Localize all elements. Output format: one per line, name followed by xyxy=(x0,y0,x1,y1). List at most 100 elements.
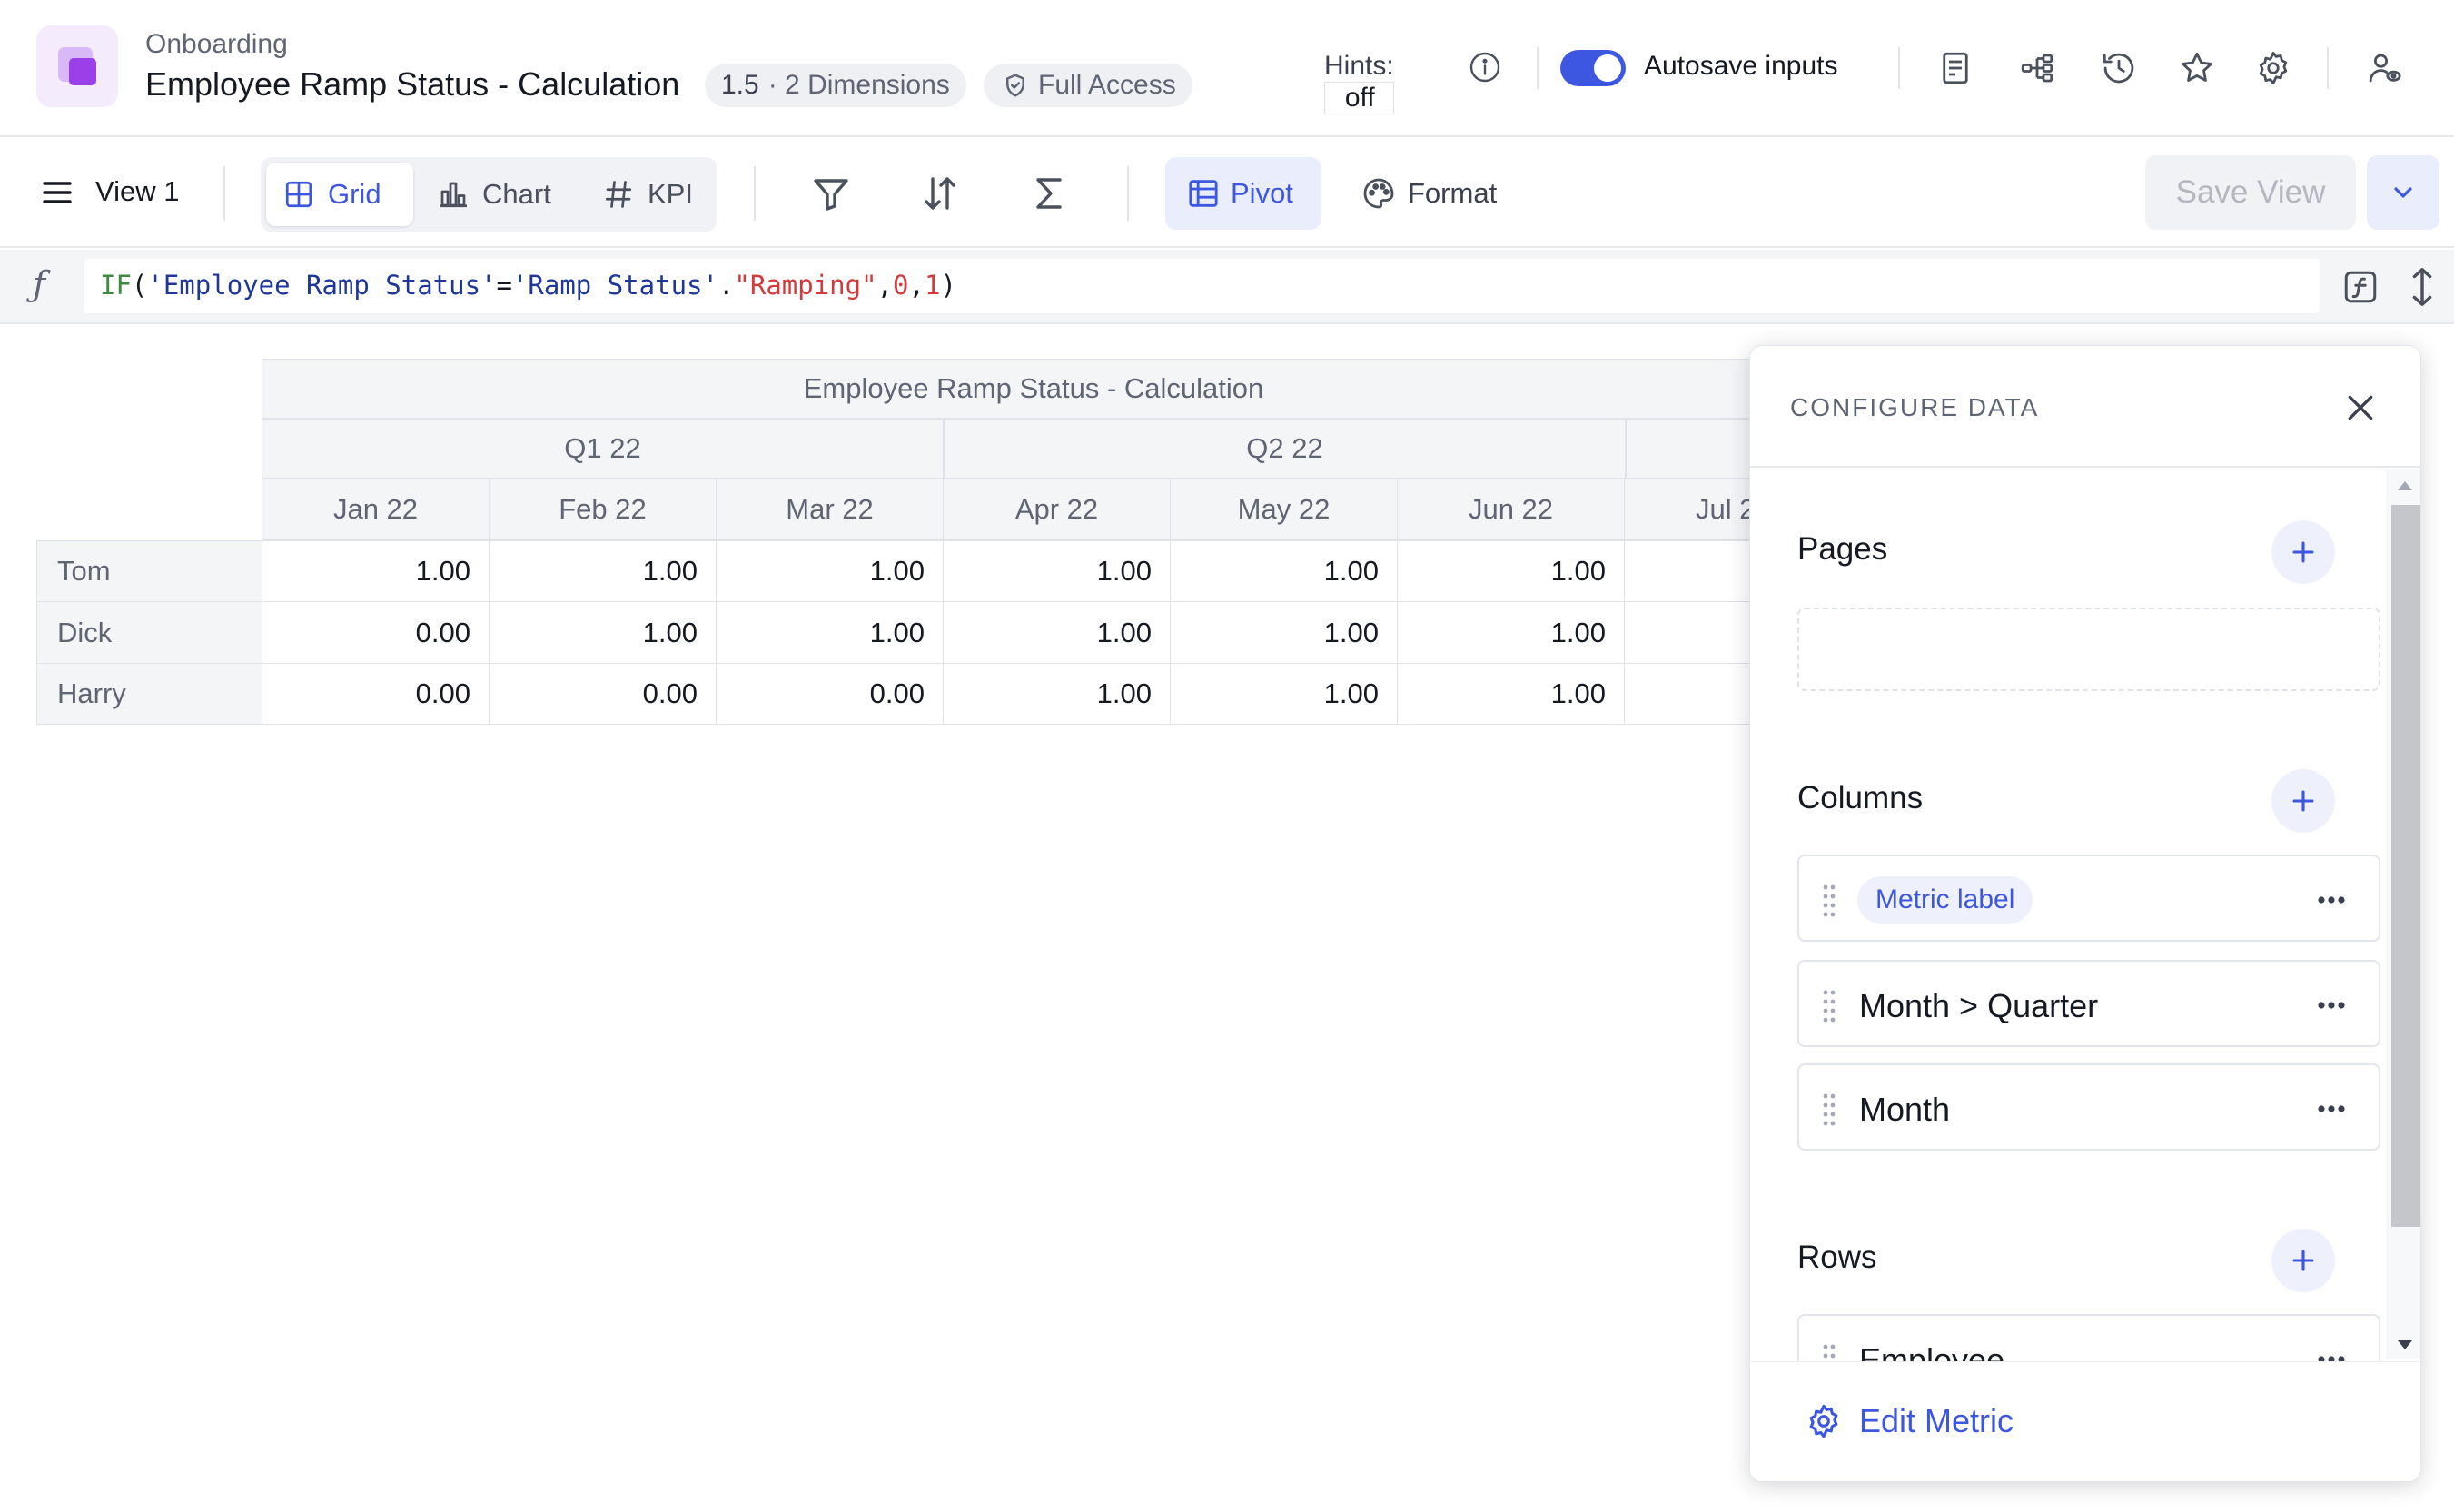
pivot-button[interactable]: Pivot xyxy=(1165,157,1321,230)
plus-icon xyxy=(2292,541,2314,563)
month-header[interactable]: May 22 xyxy=(1170,479,1398,540)
settings-icon[interactable] xyxy=(2254,49,2292,87)
edit-metric-button[interactable]: Edit Metric xyxy=(1805,1402,2014,1440)
grid-cell[interactable]: 1.00 xyxy=(1397,540,1625,602)
column-item-label: Month > Quarter xyxy=(1859,987,2099,1024)
grid-cell[interactable]: 1.00 xyxy=(1397,663,1625,725)
formula-input[interactable]: IF('Employee Ramp Status'='Ramp Status'.… xyxy=(84,259,2320,313)
drag-handle-icon[interactable] xyxy=(1821,1091,1837,1127)
add-column-button[interactable] xyxy=(2271,769,2335,833)
formula-token: ( xyxy=(131,270,148,301)
column-item-label: Month xyxy=(1859,1091,1951,1128)
document-icon[interactable] xyxy=(1936,49,1974,87)
formula-token: , xyxy=(876,270,894,301)
month-header[interactable]: Feb 22 xyxy=(489,479,717,540)
grid-cell[interactable]: 1.00 xyxy=(1170,540,1398,602)
grid-cell[interactable]: 1.00 xyxy=(1397,601,1625,664)
row-header-tom[interactable]: Tom xyxy=(36,540,262,602)
hints-setting[interactable]: Hints: off xyxy=(1324,51,1394,114)
more-options-icon[interactable] xyxy=(2313,989,2350,1022)
drag-handle-icon[interactable] xyxy=(1821,882,1837,918)
grid-cell[interactable]: 1.00 xyxy=(262,540,490,602)
pages-dropzone[interactable] xyxy=(1797,608,2380,691)
quarter-header[interactable]: Q2 22 xyxy=(944,419,1626,479)
sort-icon[interactable] xyxy=(918,172,962,215)
expand-vertical-icon[interactable] xyxy=(2409,266,2436,308)
grid-cell[interactable]: 1.00 xyxy=(1170,601,1398,664)
formula-token: = xyxy=(496,270,512,301)
month-header[interactable]: Jun 22 xyxy=(1397,479,1625,540)
format-button[interactable]: Format xyxy=(1361,157,1497,230)
user-access-icon[interactable] xyxy=(2365,49,2403,87)
save-view-button[interactable]: Save View xyxy=(2145,155,2356,230)
add-page-button[interactable] xyxy=(2271,520,2335,584)
autosave-toggle[interactable] xyxy=(1560,50,1626,86)
filter-icon[interactable] xyxy=(809,172,853,215)
view-mode-grid[interactable]: Grid xyxy=(266,163,413,226)
metric-column-header[interactable]: Employee Ramp Status - Calculation xyxy=(262,359,1806,419)
star-icon[interactable] xyxy=(2178,49,2216,87)
app-header: Onboarding Employee Ramp Status - Calcul… xyxy=(0,0,2454,137)
scrollbar-thumb[interactable] xyxy=(2391,505,2420,1227)
save-view-dropdown[interactable] xyxy=(2367,155,2439,230)
formula-token: 'Employee Ramp Status' xyxy=(147,270,497,301)
close-icon[interactable] xyxy=(2342,390,2379,426)
formula-editor-icon[interactable] xyxy=(2341,268,2380,306)
month-header[interactable]: Jan 22 xyxy=(262,479,490,540)
scroll-down-arrow-icon[interactable] xyxy=(2397,1339,2413,1350)
grid-cell[interactable]: 0.00 xyxy=(262,601,490,664)
breadcrumb[interactable]: Onboarding xyxy=(145,29,288,60)
column-item-metric-label[interactable]: Metric label xyxy=(1797,855,2380,942)
version-number: 1.5 xyxy=(721,70,759,100)
view-name[interactable]: View 1 xyxy=(95,175,180,208)
month-header[interactable]: Mar 22 xyxy=(716,479,944,540)
grid-cell[interactable]: 1.00 xyxy=(943,663,1171,725)
scroll-up-arrow-icon[interactable] xyxy=(2397,480,2413,491)
grid-cell[interactable]: 0.00 xyxy=(489,663,717,725)
lineage-icon[interactable] xyxy=(2018,49,2056,87)
history-icon[interactable] xyxy=(2100,49,2138,87)
bar-chart-icon xyxy=(440,182,467,208)
formula-token: . xyxy=(717,270,735,301)
more-options-icon[interactable] xyxy=(2313,1092,2350,1125)
hints-label: Hints: xyxy=(1324,51,1394,81)
formula-token: 1 xyxy=(924,270,941,301)
pages-section-title: Pages xyxy=(1797,531,1888,567)
grid-cell[interactable]: 0.00 xyxy=(262,663,490,725)
grid-cell[interactable]: 1.00 xyxy=(489,540,717,602)
formula-token: 0 xyxy=(893,270,909,301)
grid-cell[interactable]: 0.00 xyxy=(716,663,944,725)
menu-icon[interactable] xyxy=(42,179,73,206)
panel-header: CONFIGURE DATA xyxy=(1750,346,2420,468)
formula-token: ) xyxy=(940,270,956,301)
grid-cell[interactable]: 1.00 xyxy=(943,601,1171,664)
more-options-icon[interactable] xyxy=(2313,884,2350,916)
month-header[interactable]: Apr 22 xyxy=(943,479,1171,540)
column-item-month-quarter[interactable]: Month > Quarter xyxy=(1797,960,2380,1047)
format-label: Format xyxy=(1408,177,1498,209)
palette-icon xyxy=(1363,178,1394,209)
view-mode-kpi[interactable]: KPI xyxy=(586,163,709,226)
add-row-button[interactable] xyxy=(2271,1229,2335,1292)
formula-text: IF('Employee Ramp Status'='Ramp Status'.… xyxy=(100,270,956,301)
grid-cell[interactable]: 1.00 xyxy=(716,540,944,602)
view-mode-chart[interactable]: Chart xyxy=(421,163,568,226)
sum-icon[interactable] xyxy=(1027,172,1071,215)
grid-cell[interactable]: 1.00 xyxy=(1170,663,1398,725)
row-header-dick[interactable]: Dick xyxy=(36,601,262,664)
panel-footer: Edit Metric xyxy=(1750,1361,2420,1481)
access-badge[interactable]: Full Access xyxy=(984,64,1192,107)
grid-cell[interactable]: 1.00 xyxy=(943,540,1171,602)
info-icon[interactable] xyxy=(1469,51,1501,84)
divider xyxy=(1127,166,1129,221)
quarter-header[interactable]: Q1 22 xyxy=(262,419,944,479)
drag-handle-icon[interactable] xyxy=(1821,987,1837,1023)
grid-cell[interactable]: 1.00 xyxy=(716,601,944,664)
plus-icon xyxy=(2292,1250,2314,1271)
row-header-harry[interactable]: Harry xyxy=(36,663,262,725)
column-item-month[interactable]: Month xyxy=(1797,1063,2380,1151)
version-badge[interactable]: 1.5 · 2 Dimensions xyxy=(705,64,966,107)
app-logo[interactable] xyxy=(36,25,118,107)
hash-icon xyxy=(605,181,632,208)
grid-cell[interactable]: 1.00 xyxy=(489,601,717,664)
